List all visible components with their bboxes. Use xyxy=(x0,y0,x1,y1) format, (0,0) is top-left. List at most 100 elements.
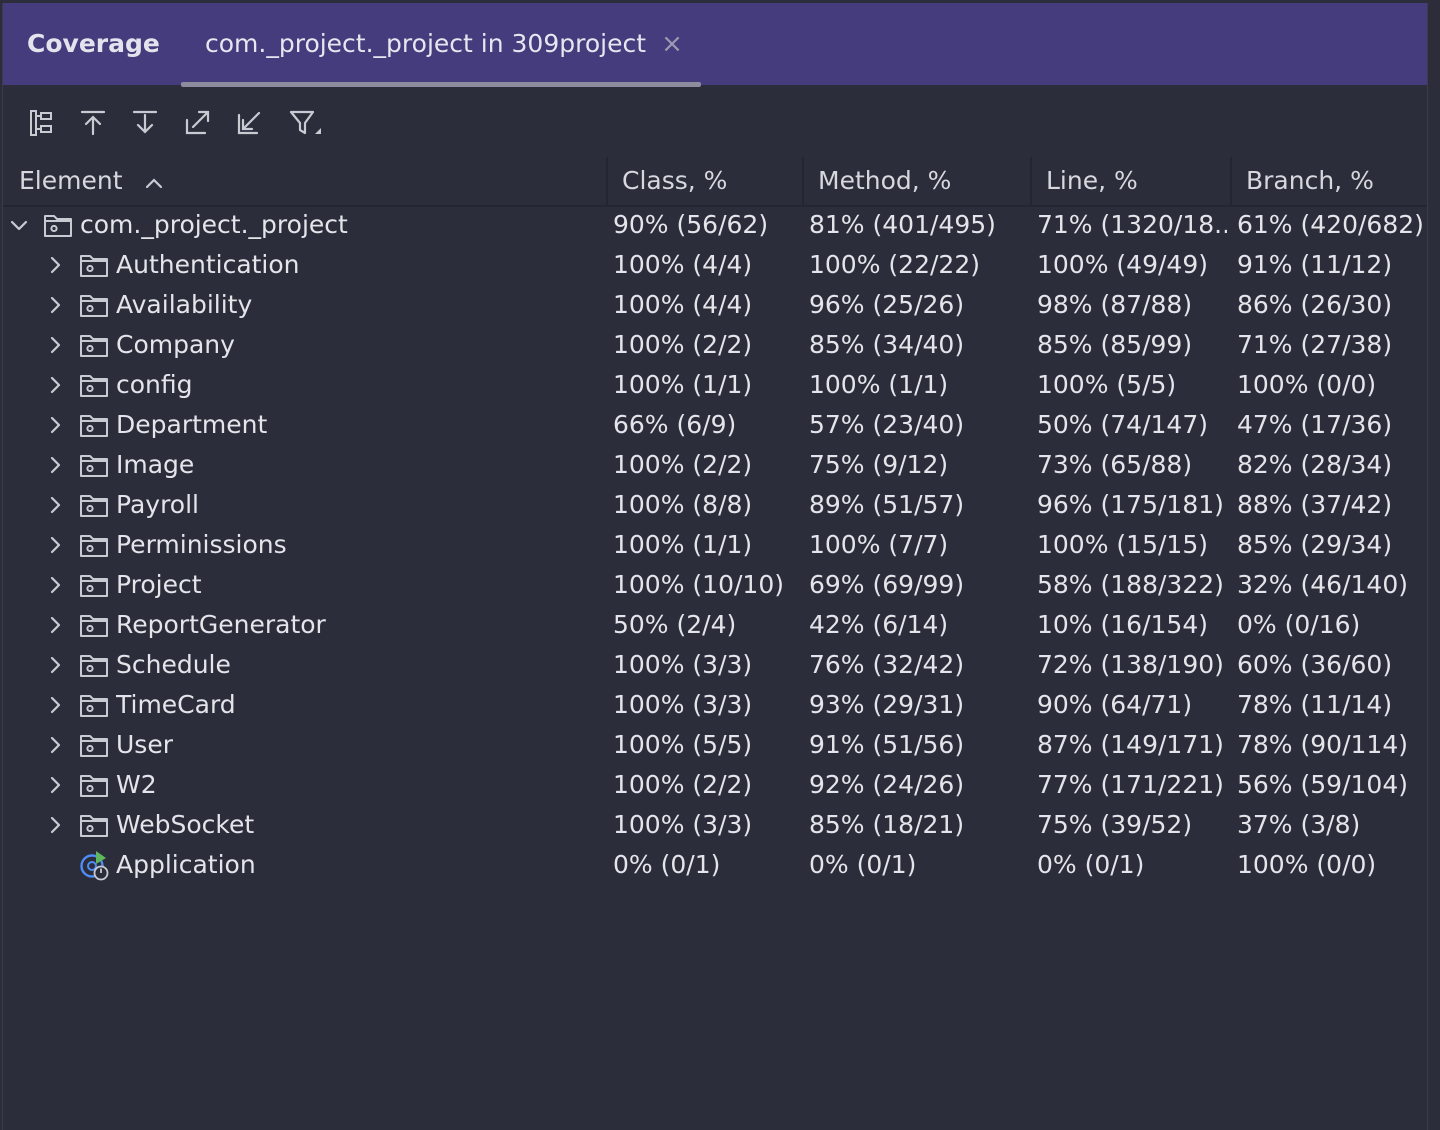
column-header-line[interactable]: Line, % xyxy=(1046,157,1138,205)
class-coverage-cell: 100% (3/3) xyxy=(613,810,753,839)
chevron-right-icon[interactable] xyxy=(43,373,67,397)
element-name: WebSocket xyxy=(116,810,255,839)
method-coverage-cell: 69% (69/99) xyxy=(809,570,965,599)
tree-row[interactable]: Image 100% (2/2) 75% (9/12) 73% (65/88) 82% … xyxy=(3,445,1427,485)
tree-row[interactable]: Authentication 100% (4/4) 100% (22/22) 100%… xyxy=(3,245,1427,285)
column-header-branch[interactable]: Branch, % xyxy=(1246,157,1374,205)
tree-row[interactable]: config 100% (1/1) 100% (1/1) 100% (5/5) 100%… xyxy=(3,365,1427,405)
line-coverage-cell: 98% (87/88) xyxy=(1037,290,1193,319)
tree-row[interactable]: Project 100% (10/10) 69% (69/99) 58% (188/3… xyxy=(3,565,1427,605)
tree-row-root[interactable]: com._project._project 90% (56/62) 81% (401… xyxy=(3,205,1427,245)
line-coverage-cell: 73% (65/88) xyxy=(1037,450,1193,479)
chevron-right-icon[interactable] xyxy=(43,733,67,757)
package-folder-icon xyxy=(43,211,73,239)
column-divider[interactable] xyxy=(606,157,608,205)
column-header-element[interactable]: Element xyxy=(19,157,164,205)
class-coverage-cell: 100% (4/4) xyxy=(613,250,753,279)
branch-coverage-cell: 100% (0/0) xyxy=(1237,850,1377,879)
tree-row[interactable]: Company 100% (2/2) 85% (34/40) 85% (85/99) 7… xyxy=(3,325,1427,365)
chevron-right-icon[interactable] xyxy=(43,253,67,277)
class-coverage-cell: 100% (4/4) xyxy=(613,290,753,319)
tree-row[interactable]: Availability 100% (4/4) 96% (25/26) 98% (87… xyxy=(3,285,1427,325)
coverage-toolbar xyxy=(3,93,1427,153)
tree-row[interactable]: ReportGenerator 50% (2/4) 42% (6/14) 10% (1… xyxy=(3,605,1427,645)
tree-row[interactable]: W2 100% (2/2) 92% (24/26) 77% (171/221) 56% … xyxy=(3,765,1427,805)
package-folder-icon xyxy=(79,291,109,319)
tab-coverage-run[interactable]: com._project._project in 309project × xyxy=(181,3,701,87)
package-folder-icon xyxy=(79,771,109,799)
class-coverage-cell: 100% (2/2) xyxy=(613,770,753,799)
class-coverage-cell: 100% (3/3) xyxy=(613,690,753,719)
chevron-right-icon[interactable] xyxy=(43,453,67,477)
branch-coverage-cell: 47% (17/36) xyxy=(1237,410,1393,439)
tree-row[interactable]: User 100% (5/5) 91% (51/56) 87% (149/171) 78… xyxy=(3,725,1427,765)
method-coverage-cell: 42% (6/14) xyxy=(809,610,949,639)
chevron-right-icon[interactable] xyxy=(43,333,67,357)
line-coverage-cell: 77% (171/221) xyxy=(1037,770,1224,799)
element-name: Perminissions xyxy=(116,530,287,559)
element-name: TimeCard xyxy=(116,690,236,719)
element-name: W2 xyxy=(116,770,157,799)
filter-icon[interactable] xyxy=(283,103,323,143)
column-divider[interactable] xyxy=(1230,157,1232,205)
method-coverage-cell: 92% (24/26) xyxy=(809,770,965,799)
column-divider[interactable] xyxy=(802,157,804,205)
chevron-right-icon[interactable] xyxy=(43,613,67,637)
element-name: config xyxy=(116,370,193,399)
branch-coverage-cell: 88% (37/42) xyxy=(1237,490,1393,519)
package-folder-icon xyxy=(79,371,109,399)
tree-row[interactable]: Schedule 100% (3/3) 76% (32/42) 72% (138/19… xyxy=(3,645,1427,685)
branch-coverage-cell: 61% (420/682) xyxy=(1237,210,1424,239)
coverage-tab-bar: Coverage com._project._project in 309pro… xyxy=(3,3,1427,87)
tree-row[interactable]: WebSocket 100% (3/3) 85% (18/21) 75% (39/52… xyxy=(3,805,1427,845)
flatten-packages-icon[interactable] xyxy=(21,103,61,143)
branch-coverage-cell: 0% (0/16) xyxy=(1237,610,1361,639)
class-coverage-cell: 100% (2/2) xyxy=(613,330,753,359)
line-coverage-cell: 85% (85/99) xyxy=(1037,330,1193,359)
element-name: Availability xyxy=(116,290,253,319)
line-coverage-cell: 71% (1320/18... xyxy=(1037,210,1227,239)
chevron-right-icon[interactable] xyxy=(43,293,67,317)
chevron-right-icon[interactable] xyxy=(43,773,67,797)
chevron-right-icon[interactable] xyxy=(43,533,67,557)
line-coverage-cell: 0% (0/1) xyxy=(1037,850,1145,879)
column-header-element-label: Element xyxy=(19,166,123,195)
tree-row[interactable]: Application 0% (0/1) 0% (0/1) 0% (0/1) 100% … xyxy=(3,845,1427,885)
package-folder-icon xyxy=(79,811,109,839)
column-header-class[interactable]: Class, % xyxy=(622,157,727,205)
chevron-right-icon[interactable] xyxy=(43,813,67,837)
column-divider[interactable] xyxy=(1030,157,1032,205)
chevron-down-icon[interactable] xyxy=(7,213,31,237)
active-tab-indicator xyxy=(181,82,701,87)
package-folder-icon xyxy=(79,731,109,759)
element-name: Company xyxy=(116,330,235,359)
navigate-down-icon[interactable] xyxy=(125,103,165,143)
chevron-right-icon[interactable] xyxy=(43,493,67,517)
tree-row[interactable]: Perminissions 100% (1/1) 100% (7/7) 100% (1… xyxy=(3,525,1427,565)
chevron-right-icon[interactable] xyxy=(43,573,67,597)
chevron-right-icon[interactable] xyxy=(43,413,67,437)
chevron-right-icon[interactable] xyxy=(43,653,67,677)
column-header-method[interactable]: Method, % xyxy=(818,157,951,205)
chevron-right-icon[interactable] xyxy=(43,693,67,717)
close-icon[interactable]: × xyxy=(659,29,685,59)
class-coverage-cell: 100% (8/8) xyxy=(613,490,753,519)
class-coverage-cell: 66% (6/9) xyxy=(613,410,737,439)
tree-row[interactable]: Department 66% (6/9) 57% (23/40) 50% (74/14… xyxy=(3,405,1427,445)
import-icon[interactable] xyxy=(229,103,269,143)
tree-row[interactable]: TimeCard 100% (3/3) 93% (29/31) 90% (64/71)… xyxy=(3,685,1427,725)
method-coverage-cell: 57% (23/40) xyxy=(809,410,965,439)
method-coverage-cell: 81% (401/495) xyxy=(809,210,996,239)
branch-coverage-cell: 37% (3/8) xyxy=(1237,810,1361,839)
class-coverage-cell: 100% (1/1) xyxy=(613,530,753,559)
line-coverage-cell: 90% (64/71) xyxy=(1037,690,1193,719)
branch-coverage-cell: 100% (0/0) xyxy=(1237,370,1377,399)
tree-row[interactable]: Payroll 100% (8/8) 89% (51/57) 96% (175/181… xyxy=(3,485,1427,525)
export-icon[interactable] xyxy=(177,103,217,143)
navigate-up-icon[interactable] xyxy=(73,103,113,143)
method-coverage-cell: 96% (25/26) xyxy=(809,290,965,319)
class-coverage-cell: 100% (10/10) xyxy=(613,570,784,599)
package-folder-icon xyxy=(79,651,109,679)
method-coverage-cell: 0% (0/1) xyxy=(809,850,917,879)
class-coverage-cell: 100% (3/3) xyxy=(613,650,753,679)
